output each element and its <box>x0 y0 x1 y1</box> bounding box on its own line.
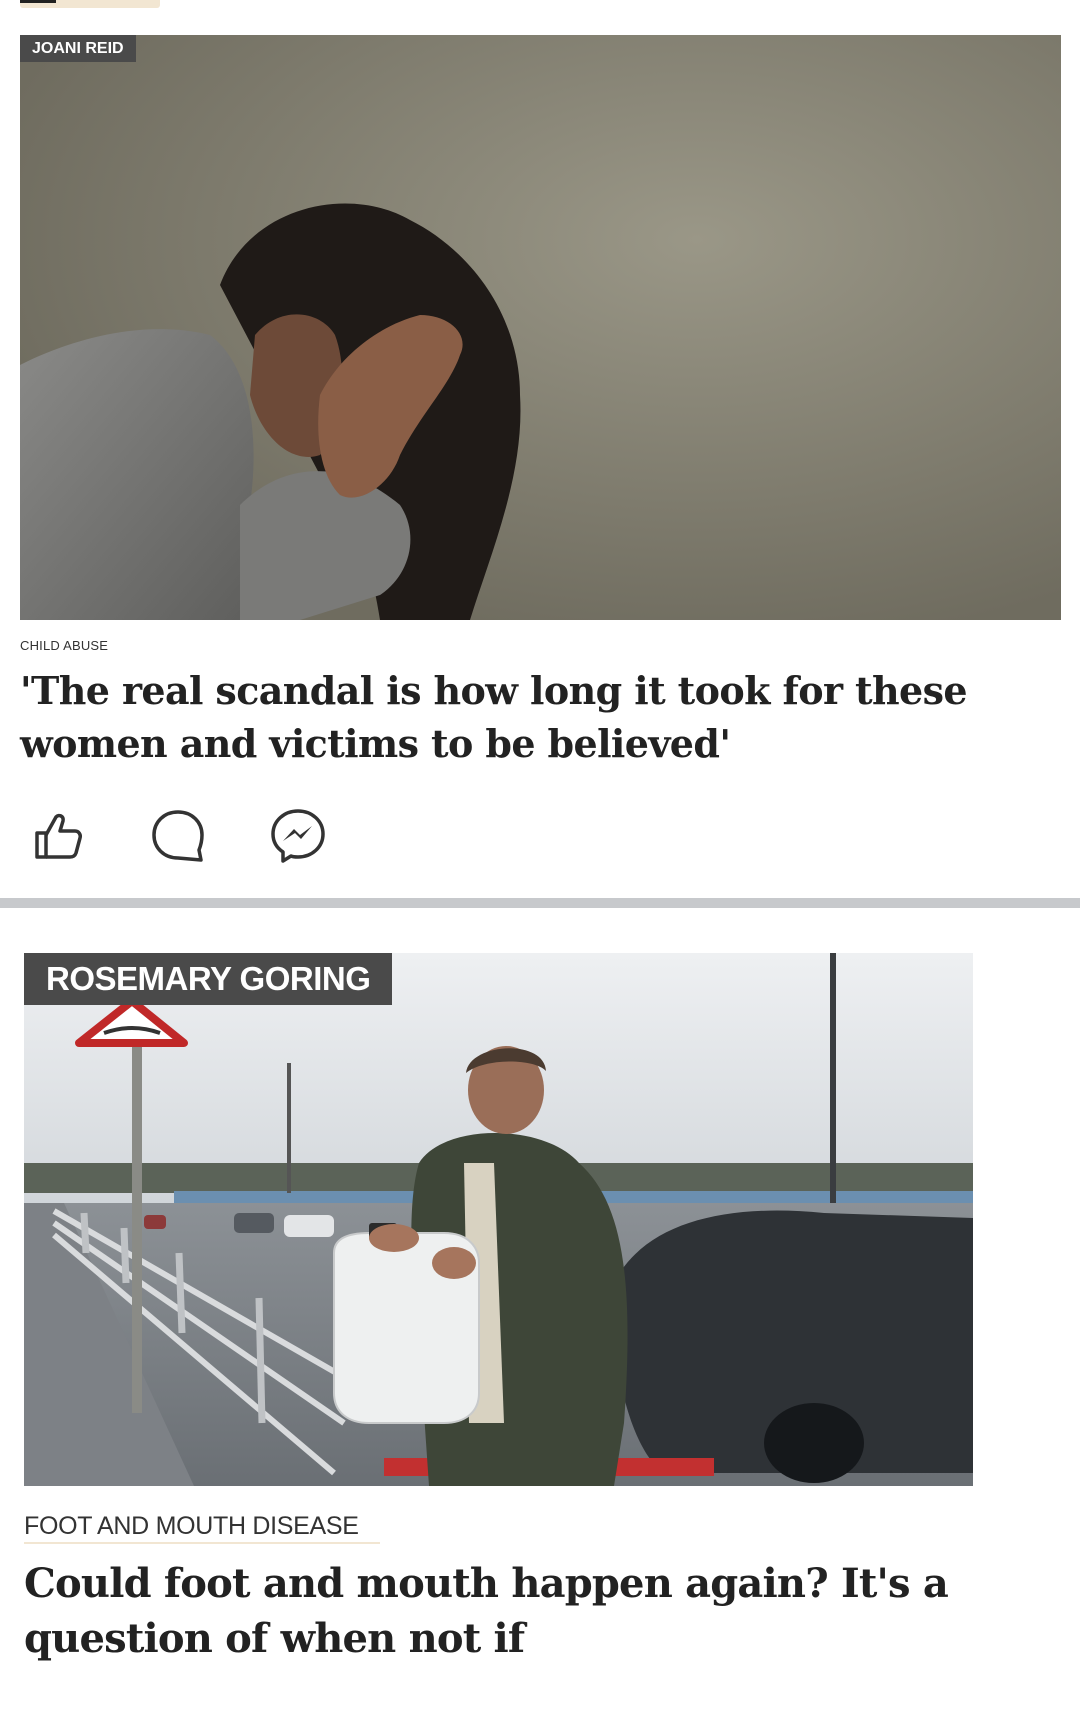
article-headline[interactable]: Could foot and mouth happen again? It's … <box>24 1556 1044 1666</box>
article-image-1[interactable] <box>20 35 1061 620</box>
messenger-button[interactable] <box>268 806 328 866</box>
article-headline[interactable]: 'The real scandal is how long it took fo… <box>20 664 1040 770</box>
comment-button[interactable] <box>148 806 208 866</box>
author-badge[interactable]: ROSEMARY GORING <box>24 953 393 1005</box>
top-dark-mark <box>20 0 56 3</box>
article-actions <box>28 806 328 866</box>
woman-holding-head-photo <box>20 35 1061 620</box>
man-with-water-container-on-bridge-photo <box>24 953 973 1486</box>
article-card-1[interactable]: JOANI REID CHILD ABUSE 'The real scandal… <box>0 0 1080 898</box>
category-underline <box>24 1542 380 1544</box>
article-category[interactable]: FOOT AND MOUTH DISEASE <box>24 1512 359 1541</box>
article-category[interactable]: CHILD ABUSE <box>20 638 108 653</box>
comment-icon <box>152 810 204 862</box>
card-divider <box>0 898 1080 908</box>
article-image-2[interactable] <box>24 953 973 1486</box>
messenger-icon <box>271 809 325 863</box>
author-badge[interactable]: JOANI REID <box>20 35 136 62</box>
like-button[interactable] <box>28 806 88 866</box>
like-icon <box>35 813 82 859</box>
